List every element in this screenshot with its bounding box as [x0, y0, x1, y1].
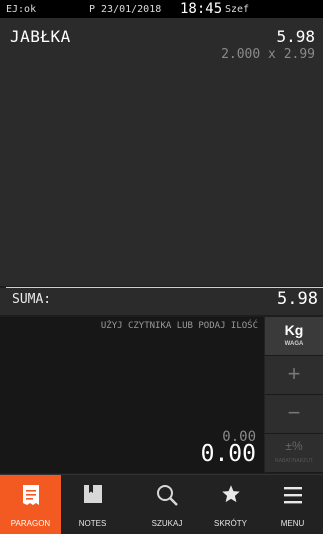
receipt-list[interactable]: JABŁKA 5.98 2.000 x 2.99 — [0, 18, 323, 286]
minus-button[interactable]: − — [265, 395, 323, 434]
receipt-icon — [22, 484, 40, 511]
tab-label: PARAGON — [10, 519, 51, 528]
sum-label: SUMA: — [12, 292, 52, 307]
tab-notes[interactable]: NOTES — [61, 475, 124, 534]
bottom-tab-bar: PARAGON NOTES SZUKAJ SKRÓTY MENU — [0, 474, 323, 534]
sum-value: 5.98 — [277, 289, 318, 309]
discount-label: RABAT/NARZUT — [275, 458, 313, 464]
tab-label: NOTES — [78, 519, 107, 528]
status-time: 18:45 — [180, 1, 223, 17]
status-user: Szef — [225, 4, 250, 15]
item-name: JABŁKA — [10, 27, 71, 46]
notebook-icon — [83, 484, 103, 509]
tab-label: SZUKAJ — [151, 519, 183, 528]
item-qty-price: 2.000 x 2.99 — [221, 47, 315, 62]
tab-search[interactable]: SZUKAJ — [136, 475, 198, 534]
status-date: P 23/01/2018 — [89, 4, 162, 15]
tab-paragon[interactable]: PARAGON — [0, 475, 61, 534]
quantity-display: 0.00 — [200, 441, 256, 467]
unit-weight-button[interactable]: Kg WAGA — [265, 317, 323, 356]
ej-status: EJ:ok — [6, 4, 37, 15]
quantity-input-panel[interactable]: UŻYJ CZYTNIKA LUB PODAJ ILOŚĆ 0.00 0.00 — [0, 317, 264, 473]
unit-sub-label: WAGA — [284, 341, 304, 347]
discount-button[interactable]: ±% RABAT/NARZUT — [265, 434, 323, 473]
plus-icon: + — [287, 361, 301, 386]
tab-menu[interactable]: MENU — [262, 475, 323, 534]
star-icon — [221, 484, 241, 509]
search-icon — [156, 484, 178, 511]
plus-button[interactable]: + — [265, 356, 323, 395]
sum-row: SUMA: 5.98 — [0, 288, 323, 315]
unit-label: Kg — [284, 322, 304, 338]
tab-shortcuts[interactable]: SKRÓTY — [199, 475, 262, 534]
hamburger-icon — [282, 484, 304, 511]
item-total: 5.98 — [276, 27, 315, 46]
side-keypad: Kg WAGA + − ±% RABAT/NARZUT — [264, 317, 323, 473]
minus-icon: − — [287, 400, 301, 425]
percent-icon: ±% — [285, 439, 303, 453]
tab-label: MENU — [280, 519, 305, 528]
tab-label: SKRÓTY — [214, 519, 247, 528]
input-hint: UŻYJ CZYTNIKA LUB PODAJ ILOŚĆ — [100, 321, 258, 331]
status-bar: EJ:ok P 23/01/2018 18:45 Szef — [0, 0, 323, 18]
